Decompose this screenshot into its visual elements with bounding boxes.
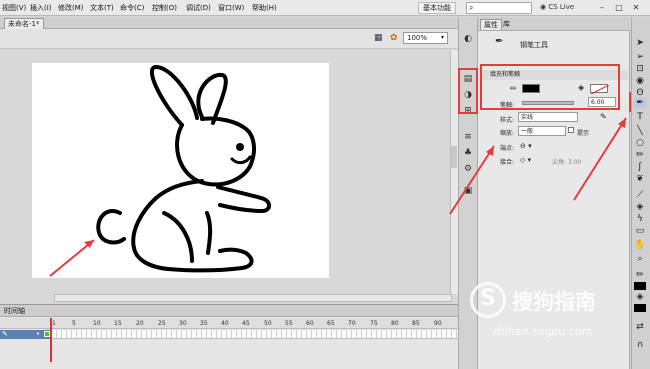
frame-number: 50 — [264, 320, 272, 327]
watermark-logo: S — [470, 282, 506, 318]
selection-tool-icon[interactable]: ➤ — [634, 38, 646, 48]
fill-color-chip[interactable] — [634, 304, 646, 312]
fill-color-icon: ◈ — [636, 292, 644, 302]
stroke-color-chip[interactable] — [634, 282, 646, 290]
swap-colors-icon[interactable]: ⇄ — [634, 322, 646, 332]
pencil-icon[interactable]: ✏ — [634, 150, 646, 160]
timeline-header — [0, 305, 458, 317]
tab-properties[interactable]: 属性 — [480, 19, 502, 30]
frame-number: 45 — [242, 320, 250, 327]
eyedropper-icon[interactable]: ϟ — [634, 214, 646, 224]
frame-number: 55 — [285, 320, 293, 327]
eraser-icon[interactable]: ▭ — [634, 226, 646, 236]
menu-debug[interactable]: 调试(D) — [186, 3, 211, 13]
frame-number: 90 — [434, 320, 442, 327]
chevron-down-icon: ▾ — [441, 34, 445, 41]
annotation-arrow-1 — [49, 239, 95, 277]
menu-text[interactable]: 文本(T) — [90, 3, 114, 13]
edit-bar: ▦ ✿ — [0, 29, 458, 49]
frame-number: 80 — [391, 320, 399, 327]
menu-control[interactable]: 控制(O) — [152, 3, 177, 13]
color-panel-icon[interactable]: ◐ — [462, 34, 474, 44]
timeline-ruler[interactable] — [0, 318, 458, 329]
frame-number: 75 — [370, 320, 378, 327]
line-tool-icon[interactable]: ╲ — [634, 126, 646, 136]
subselection-tool-icon[interactable]: ➢ — [634, 52, 646, 62]
cap-select[interactable]: ⊖ ▾ — [520, 142, 532, 150]
watermark-s-icon: S — [480, 286, 496, 311]
watermark-brand: 搜狗指南 — [512, 290, 596, 314]
stroke-style-select[interactable]: 实线 — [518, 112, 578, 122]
menu-commands[interactable]: 命令(C) — [120, 3, 144, 13]
frame-number: 35 — [200, 320, 208, 327]
layer-row[interactable]: ✎ • — [0, 330, 52, 339]
playhead[interactable] — [50, 318, 52, 362]
frame-number: 40 — [221, 320, 229, 327]
search-input[interactable]: ⌕ — [466, 2, 532, 14]
style-label: 样式: — [500, 117, 515, 124]
menu-help[interactable]: 帮助(H) — [252, 3, 277, 13]
text-tool-icon[interactable]: T — [634, 112, 646, 122]
annotation-arrow-3 — [573, 117, 627, 201]
timeline-tab[interactable]: 时间轴 — [4, 306, 25, 316]
paint-bucket-icon[interactable]: ◈ — [634, 202, 646, 212]
frame-number: 85 — [412, 320, 420, 327]
maximize-icon[interactable]: □ — [611, 1, 627, 14]
watermark-url: zhinan.sogou.com — [492, 325, 593, 338]
tab-library[interactable]: 库 — [500, 19, 513, 30]
oval-tool-icon[interactable]: ○ — [634, 138, 646, 148]
pencil-icon: ✎ — [2, 330, 8, 338]
frame-number: 1 — [52, 320, 56, 327]
tool-name: 钢笔工具 — [520, 41, 548, 49]
horizontal-scrollbar[interactable] — [54, 294, 452, 302]
cs-live-button[interactable]: ◉ CS Live — [540, 3, 574, 11]
pen-tool-icon[interactable]: ✒ — [634, 98, 646, 108]
3d-rotation-icon[interactable]: ◉ — [634, 76, 646, 86]
join-select[interactable]: ◇ ▾ — [520, 156, 531, 164]
deco-icon[interactable]: ❦ — [634, 174, 646, 184]
brush-icon[interactable]: ʃ — [634, 162, 646, 172]
frame-number: 20 — [136, 320, 144, 327]
close-icon[interactable]: ✕ — [628, 1, 644, 14]
cs-live-label: CS Live — [548, 3, 575, 11]
annotation-arrow-2 — [449, 145, 495, 215]
scale-select[interactable]: 一般 — [518, 126, 566, 136]
highlight-box-strip — [458, 68, 478, 114]
snap-icon[interactable]: ∩ — [634, 340, 646, 350]
frame-number: 70 — [348, 320, 356, 327]
menu-modify[interactable]: 修改(M) — [58, 3, 84, 13]
menu-insert[interactable]: 插入(I) — [30, 3, 52, 13]
pen-tool-icon: ✒ — [495, 36, 504, 47]
highlight-box-properties — [480, 64, 620, 110]
edit-symbol-icon[interactable]: ✿ — [390, 33, 398, 43]
scale-label: 缩放: — [500, 130, 515, 137]
frame-number: 10 — [93, 320, 101, 327]
free-transform-icon[interactable]: ⊡ — [634, 64, 646, 74]
stroke-color-icon: ✏ — [636, 270, 644, 280]
frame-number: 5 — [72, 320, 76, 327]
menu-view[interactable]: 视图(V) — [2, 3, 26, 13]
search-icon: ⌕ — [469, 3, 474, 12]
frame-number: 25 — [158, 320, 166, 327]
document-tab[interactable]: 未命名-1* — [4, 18, 44, 29]
minimize-icon[interactable]: – — [594, 1, 610, 14]
frame-number: 30 — [179, 320, 187, 327]
frame-number: 15 — [114, 320, 122, 327]
edit-scene-icon[interactable]: ▦ — [374, 33, 383, 43]
document-tab-bar — [0, 17, 458, 29]
menu-window[interactable]: 窗口(W) — [218, 3, 244, 13]
frame-number: 60 — [306, 320, 314, 327]
zoom-icon[interactable]: ⌕ — [634, 254, 646, 264]
frame-cells[interactable] — [52, 330, 458, 339]
workspace-switcher[interactable]: 基本功能 — [418, 2, 456, 14]
hand-icon[interactable]: ✋ — [634, 240, 646, 250]
window-controls: – □ ✕ — [594, 1, 650, 15]
lasso-icon[interactable]: ʘ — [634, 88, 646, 98]
frame-number: 65 — [327, 320, 335, 327]
bone-icon[interactable]: ⟋ — [634, 190, 646, 200]
eye-icon[interactable]: • — [36, 330, 40, 338]
